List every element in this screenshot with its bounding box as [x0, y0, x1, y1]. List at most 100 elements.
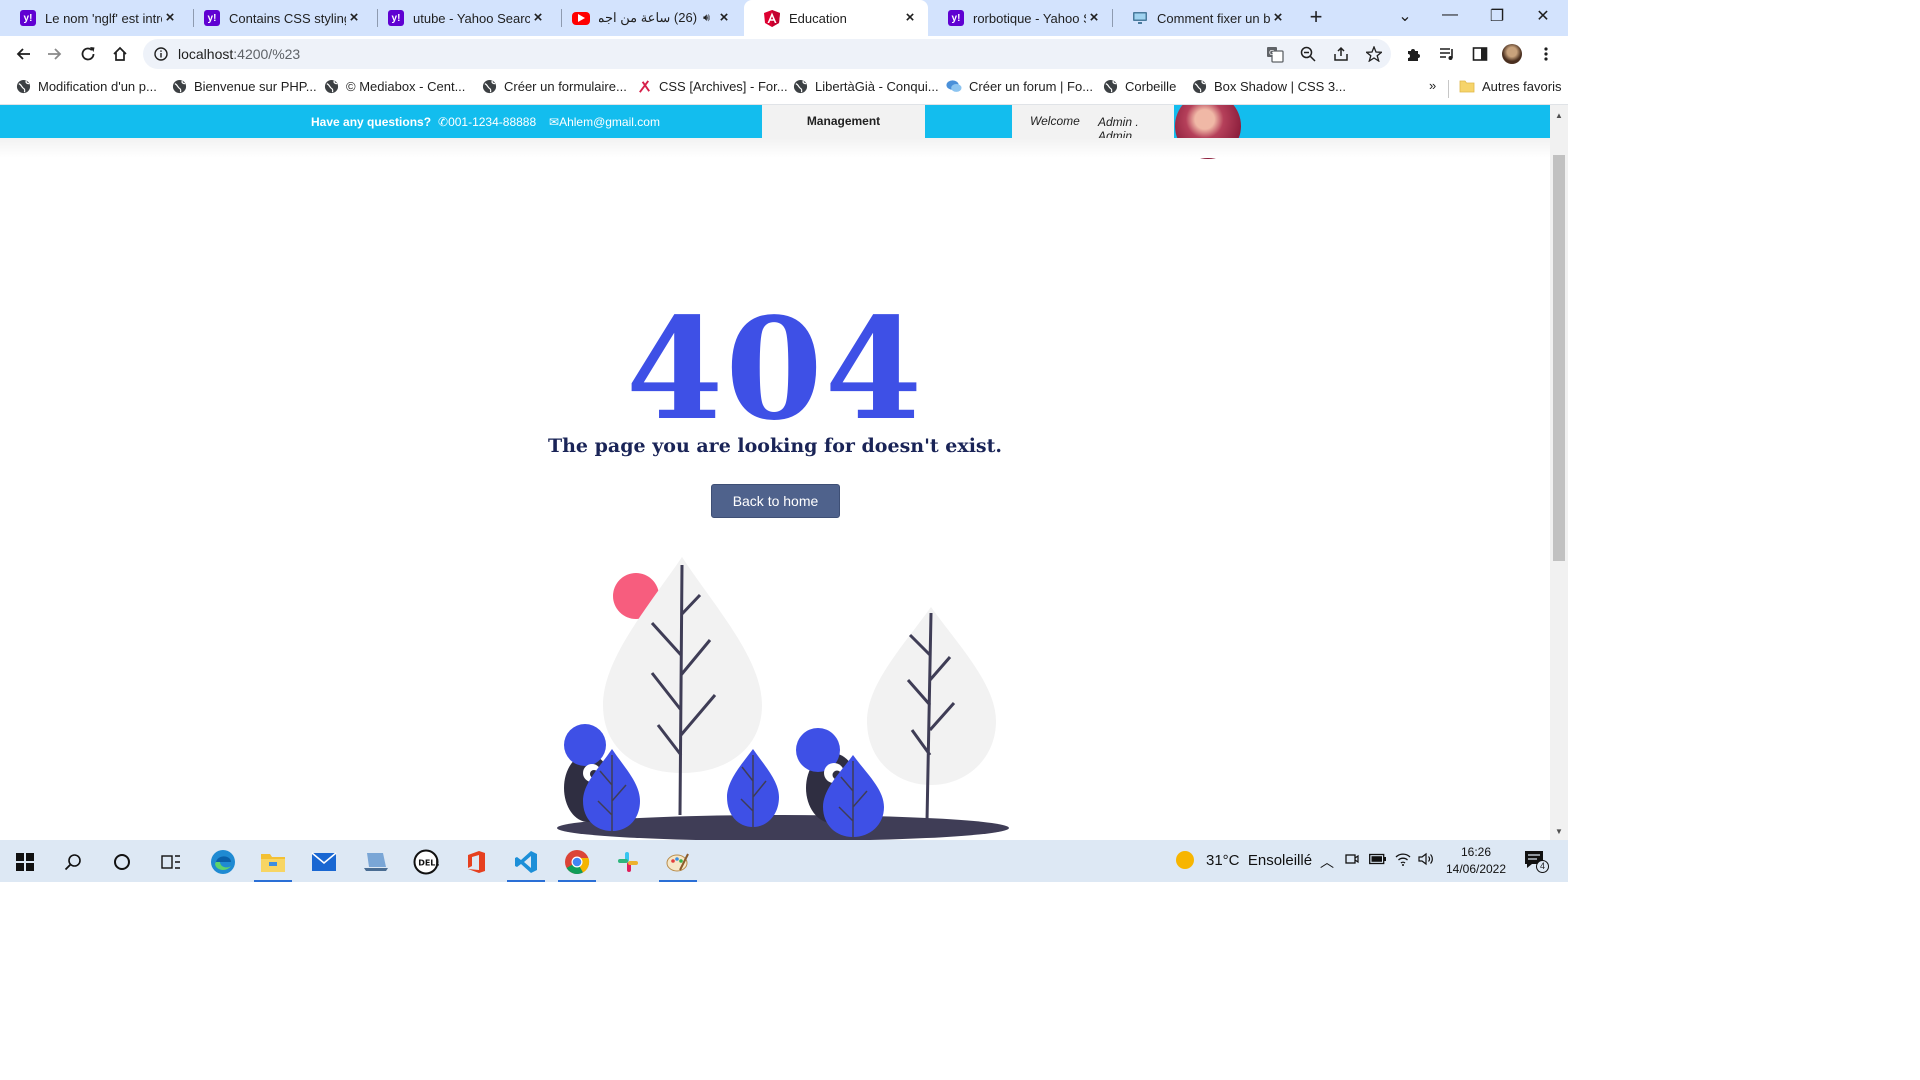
- globe-icon: [323, 78, 339, 94]
- cortana-icon[interactable]: [100, 844, 144, 880]
- new-tab-button[interactable]: +: [1304, 6, 1328, 30]
- topbar-email[interactable]: ✉Ahlem@gmail.com: [549, 115, 660, 129]
- tab-search-icon[interactable]: ⌄: [1390, 6, 1420, 28]
- error-code: 404: [625, 288, 925, 452]
- youtube-icon: [572, 11, 590, 25]
- translate-icon[interactable]: G: [1265, 44, 1285, 64]
- laptop-app-icon[interactable]: [354, 844, 398, 880]
- tab-5[interactable]: Education ×: [744, 0, 928, 36]
- email-address: Ahlem@gmail.com: [559, 115, 660, 129]
- css-archive-icon: [636, 78, 652, 94]
- bookmark-item[interactable]: Créer un formulaire...: [481, 78, 627, 94]
- edge-icon[interactable]: [201, 844, 245, 880]
- url-text[interactable]: localhost:4200/%23: [178, 46, 300, 62]
- system-clock[interactable]: 16:26 14/06/2022: [1440, 844, 1512, 878]
- globe-icon: [481, 78, 497, 94]
- bookmark-label: Créer un formulaire...: [504, 78, 627, 94]
- close-window-button[interactable]: ✕: [1528, 6, 1558, 28]
- task-view-icon[interactable]: [149, 844, 193, 880]
- header-shadow: [0, 138, 1550, 158]
- bookmark-item[interactable]: Créer un forum | Fo...: [946, 78, 1093, 94]
- bookmark-item[interactable]: CSS [Archives] - For...: [636, 78, 788, 94]
- media-control-icon[interactable]: [1437, 44, 1457, 64]
- monitor-icon: [1132, 10, 1148, 26]
- menu-icon[interactable]: [1536, 44, 1556, 64]
- other-bookmarks-folder[interactable]: Autres favoris: [1459, 78, 1561, 94]
- scroll-thumb[interactable]: [1553, 155, 1565, 561]
- close-icon[interactable]: ×: [530, 10, 546, 26]
- battery-icon[interactable]: [1369, 852, 1387, 868]
- bookmark-item[interactable]: Modification d'un p...: [15, 78, 157, 94]
- file-explorer-icon[interactable]: [251, 844, 295, 882]
- weather-temp: 31°C: [1206, 851, 1240, 869]
- phone-icon: ✆: [438, 115, 449, 129]
- side-panel-icon[interactable]: [1470, 44, 1490, 64]
- welcome-box: Welcome Admin . Admin: [1012, 105, 1174, 143]
- close-icon[interactable]: ×: [162, 10, 178, 26]
- vscode-icon[interactable]: [504, 844, 548, 882]
- tray-chevron-icon[interactable]: ︿: [1320, 852, 1334, 872]
- back-to-home-button[interactable]: Back to home: [711, 484, 840, 518]
- speaker-icon[interactable]: 🔊︎: [703, 12, 710, 25]
- scroll-down-arrow[interactable]: ▼: [1555, 827, 1563, 836]
- 404-illustration: [557, 557, 1009, 840]
- close-icon[interactable]: ×: [716, 10, 732, 26]
- bookmark-label: Autres favoris: [1482, 78, 1562, 94]
- home-button[interactable]: [107, 41, 133, 67]
- share-icon[interactable]: [1331, 44, 1351, 64]
- error-message: The page you are looking for doesn't exi…: [547, 435, 1003, 457]
- paint-icon[interactable]: [656, 844, 700, 882]
- minimize-button[interactable]: —: [1435, 6, 1465, 28]
- extensions-icon[interactable]: [1404, 44, 1424, 64]
- start-button[interactable]: [3, 844, 47, 880]
- management-link[interactable]: Management: [762, 105, 925, 138]
- scroll-up-arrow[interactable]: ▲: [1555, 111, 1563, 120]
- forward-button[interactable]: [42, 41, 68, 67]
- globe-icon: [171, 78, 187, 94]
- page-scrollbar[interactable]: ▲ ▼: [1550, 105, 1568, 840]
- tab-title: Education: [789, 10, 847, 26]
- close-icon[interactable]: ×: [346, 10, 362, 26]
- yahoo-icon: y!: [20, 10, 36, 26]
- bookmarks-overflow-button[interactable]: »: [1429, 78, 1436, 93]
- close-icon[interactable]: ×: [1270, 10, 1286, 26]
- address-bar[interactable]: localhost:4200/%23 G: [143, 39, 1391, 69]
- close-icon[interactable]: ×: [1086, 10, 1102, 26]
- bookmark-item[interactable]: Corbeille: [1102, 78, 1176, 94]
- bookmark-star-icon[interactable]: [1364, 44, 1384, 64]
- bookmark-item[interactable]: LibertàGià - Conqui...: [792, 78, 939, 94]
- dell-icon[interactable]: DELL: [404, 844, 448, 880]
- back-button[interactable]: [10, 41, 36, 67]
- folder-icon: [1459, 78, 1475, 94]
- close-icon[interactable]: ×: [902, 10, 918, 26]
- tab-title: Le nom 'nglf' est intro: [45, 10, 162, 26]
- info-icon[interactable]: [151, 44, 171, 64]
- chrome-icon[interactable]: [555, 844, 599, 882]
- tab-2[interactable]: y! Contains CSS styling c ×: [184, 0, 372, 36]
- profile-avatar[interactable]: [1502, 44, 1522, 64]
- bookmark-item[interactable]: Box Shadow | CSS 3...: [1191, 78, 1346, 94]
- topbar-phone[interactable]: ✆001-1234-88888: [438, 115, 536, 129]
- volume-icon[interactable]: [1418, 852, 1434, 869]
- bookmark-label: Modification d'un p...: [38, 78, 157, 94]
- zoom-icon[interactable]: [1298, 44, 1318, 64]
- reload-button[interactable]: [75, 41, 101, 67]
- tab-4[interactable]: (26) ساعة من اجمل 🔊︎ ×: [552, 0, 742, 36]
- bookmark-item[interactable]: Bienvenue sur PHP...: [171, 78, 317, 94]
- tab-3[interactable]: y! utube - Yahoo Search ×: [368, 0, 556, 36]
- bookmark-item[interactable]: © Mediabox - Cent...: [323, 78, 465, 94]
- wifi-icon[interactable]: [1395, 852, 1411, 869]
- tab-7[interactable]: Comment fixer un blo ×: [1112, 0, 1296, 36]
- weather-widget[interactable]: 31°C Ensoleillé: [1176, 851, 1312, 869]
- slack-icon[interactable]: [606, 844, 650, 880]
- search-icon[interactable]: [51, 844, 95, 880]
- restore-button[interactable]: ❐: [1482, 6, 1512, 28]
- notification-center-button[interactable]: 4: [1524, 850, 1549, 873]
- tab-title: utube - Yahoo Search: [413, 10, 530, 26]
- camera-icon[interactable]: [1345, 852, 1359, 869]
- mail-icon[interactable]: [302, 844, 346, 880]
- tab-6[interactable]: y! rorbotique - Yahoo Se ×: [928, 0, 1112, 36]
- office-icon[interactable]: [454, 844, 498, 880]
- tab-title: rorbotique - Yahoo Se: [973, 10, 1086, 26]
- tab-1[interactable]: y! Le nom 'nglf' est intro ×: [0, 0, 188, 36]
